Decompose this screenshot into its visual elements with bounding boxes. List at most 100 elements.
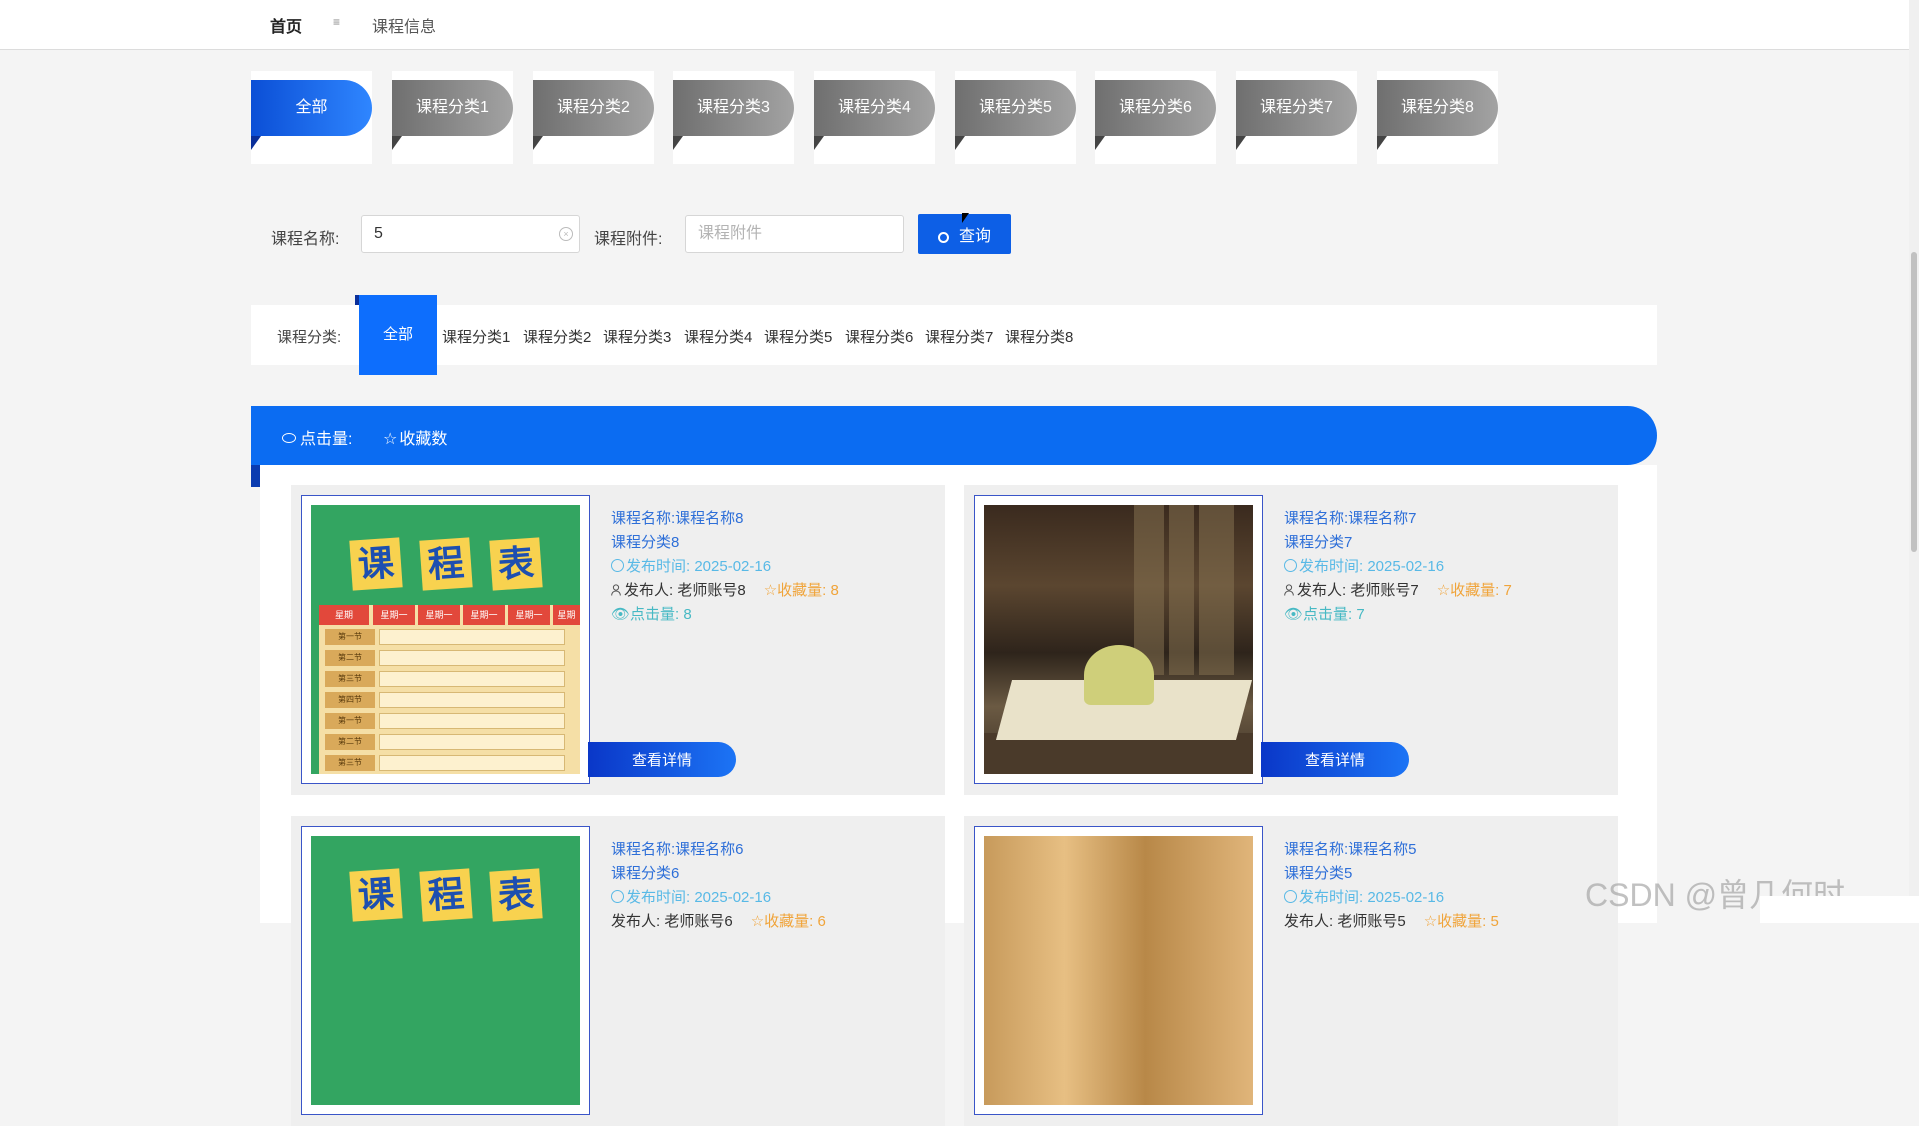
course-info: 课程名称:课程名称8 课程分类8 发布时间: 2025-02-16 发布人: 老…	[611, 507, 839, 627]
category-tab-all[interactable]: 全部	[251, 71, 372, 164]
schedule-cell	[379, 671, 565, 687]
star-icon: ☆	[383, 431, 398, 448]
favorites-count: ☆收藏量: 8	[764, 582, 839, 599]
course-name[interactable]: 课程名称:课程名称5	[1284, 838, 1499, 862]
category-tab-1[interactable]: 课程分类1	[392, 71, 513, 164]
tab-fold-decoration	[1236, 136, 1246, 150]
course-image[interactable]: 课 程 表 星期 星期一 星期一 星期一 星期一 星期 第一节 第二节 第三节 …	[311, 505, 580, 774]
favorites-text: 收藏量: 6	[764, 913, 826, 930]
sort-by-clicks[interactable]: 点击量:	[282, 425, 352, 449]
query-button-label: 查询	[958, 228, 991, 245]
course-attachment-label: 课程附件:	[594, 231, 663, 248]
publisher: 发布人: 老师账号8	[611, 582, 746, 599]
click-count: 👁点击量: 7	[1284, 603, 1512, 627]
home-link[interactable]: 首页	[270, 13, 302, 37]
favorites-text: 收藏量: 5	[1437, 913, 1499, 930]
scrollbar-thumb[interactable]	[1911, 252, 1917, 552]
category-tab-label: 课程分类1	[392, 80, 513, 136]
tab-fold-decoration	[814, 136, 824, 150]
filter-item-5[interactable]: 课程分类5	[764, 326, 832, 347]
favorites-count: ☆收藏量: 6	[751, 913, 826, 930]
tab-fold-decoration	[1377, 136, 1387, 150]
meta-row: 发布人: 老师账号5 ☆收藏量: 5	[1284, 910, 1499, 934]
publisher-text: 发布人: 老师账号8	[624, 582, 746, 599]
eye-icon	[282, 433, 296, 443]
sort-bar-fold-decoration	[251, 465, 260, 487]
course-name[interactable]: 课程名称:课程名称6	[611, 838, 826, 862]
publish-time-text: 发布时间: 2025-02-16	[626, 889, 772, 906]
category-tab-4[interactable]: 课程分类4	[814, 71, 935, 164]
clock-icon	[611, 890, 624, 903]
category-tab-label: 课程分类2	[533, 80, 654, 136]
publisher-text: 发布人: 老师账号5	[1284, 913, 1406, 930]
course-info: 课程名称:课程名称7 课程分类7 发布时间: 2025-02-16 发布人: 老…	[1284, 507, 1512, 627]
course-info: 课程名称:课程名称5 课程分类5 发布时间: 2025-02-16 发布人: 老…	[1284, 838, 1499, 934]
filter-item-all[interactable]: 全部	[355, 295, 437, 375]
click-count: 👁点击量: 8	[611, 603, 839, 627]
star-icon: ☆	[750, 913, 765, 930]
course-list: 课 程 表 星期 星期一 星期一 星期一 星期一 星期 第一节 第二节 第三节 …	[260, 465, 1657, 1126]
favorites-count: ☆收藏量: 7	[1437, 582, 1512, 599]
schedule-header: 星期一	[373, 605, 415, 625]
publish-time-text: 发布时间: 2025-02-16	[1299, 889, 1445, 906]
filter-item-8[interactable]: 课程分类8	[1005, 326, 1073, 347]
top-nav-bar: 首页 ≡ 课程信息	[0, 0, 1919, 50]
category-tab-7[interactable]: 课程分类7	[1236, 71, 1357, 164]
filter-item-2[interactable]: 课程分类2	[523, 326, 591, 347]
course-name-input[interactable]	[362, 216, 579, 252]
category-tab-label: 课程分类7	[1236, 80, 1357, 136]
course-attachment-input[interactable]	[686, 216, 903, 252]
category-tab-6[interactable]: 课程分类6	[1095, 71, 1216, 164]
tab-fold-decoration	[533, 136, 543, 150]
course-name[interactable]: 课程名称:课程名称8	[611, 507, 839, 531]
course-name-label: 课程名称:	[271, 231, 340, 248]
course-image[interactable]: 课 程 表	[311, 836, 580, 1105]
schedule-header: 星期一	[508, 605, 550, 625]
view-details-button[interactable]: 查看详情	[588, 742, 736, 777]
publish-time-text: 发布时间: 2025-02-16	[626, 558, 772, 575]
publish-time-text: 发布时间: 2025-02-16	[1299, 558, 1445, 575]
publisher: 发布人: 老师账号6	[611, 913, 733, 930]
star-icon: ☆	[1423, 913, 1438, 930]
publish-time: 发布时间: 2025-02-16	[611, 555, 839, 579]
category-tab-8[interactable]: 课程分类8	[1377, 71, 1498, 164]
star-icon: ☆	[763, 582, 778, 599]
category-tab-5[interactable]: 课程分类5	[955, 71, 1076, 164]
filter-item-3[interactable]: 课程分类3	[603, 326, 671, 347]
schedule-header: 星期	[553, 605, 580, 625]
click-count-text: 点击量: 7	[1303, 606, 1365, 623]
category-tab-label: 课程分类3	[673, 80, 794, 136]
schedule-header: 星期一	[463, 605, 505, 625]
sort-bar: 点击量: ☆ 收藏数	[251, 406, 1657, 465]
mouse-cursor-icon	[962, 213, 969, 223]
sort-by-favorites[interactable]: ☆ 收藏数	[383, 425, 447, 449]
schedule-title-char: 课	[349, 537, 403, 591]
category-tab-label: 课程分类8	[1377, 80, 1498, 136]
course-name[interactable]: 课程名称:课程名称7	[1284, 507, 1512, 531]
course-category: 课程分类8	[611, 534, 680, 551]
category-tab-2[interactable]: 课程分类2	[533, 71, 654, 164]
schedule-row-label: 第三节	[325, 755, 375, 771]
schedule-title-char: 课	[349, 868, 403, 922]
view-details-button[interactable]: 查看详情	[1261, 742, 1409, 777]
filter-item-7[interactable]: 课程分类7	[925, 326, 993, 347]
category-tab-3[interactable]: 课程分类3	[673, 71, 794, 164]
clear-icon[interactable]: ×	[559, 227, 573, 241]
schedule-illustration: 课 程 表 星期 星期一 星期一 星期一 星期一 星期 第一节 第二节 第三节 …	[311, 505, 580, 774]
course-attachment-field[interactable]	[685, 215, 904, 253]
favorites-text: 收藏量: 8	[777, 582, 839, 599]
book-photo-illustration	[984, 505, 1253, 774]
category-tab-label: 课程分类5	[955, 80, 1076, 136]
breadcrumb-course-info[interactable]: 课程信息	[372, 13, 436, 37]
schedule-grid: 星期 星期一 星期一 星期一 星期一 星期 第一节 第二节 第三节 第四节 第一…	[319, 605, 580, 774]
schedule-row-label: 第一节	[325, 713, 375, 729]
schedule-title-char: 表	[489, 537, 543, 591]
filter-item-4[interactable]: 课程分类4	[684, 326, 752, 347]
course-image[interactable]	[984, 836, 1253, 1105]
filter-item-6[interactable]: 课程分类6	[845, 326, 913, 347]
filter-item-1[interactable]: 课程分类1	[442, 326, 510, 347]
course-name-field[interactable]: ×	[361, 215, 580, 253]
course-image[interactable]	[984, 505, 1253, 774]
publish-time: 发布时间: 2025-02-16	[1284, 555, 1512, 579]
breadcrumb-separator: ≡	[333, 15, 341, 29]
